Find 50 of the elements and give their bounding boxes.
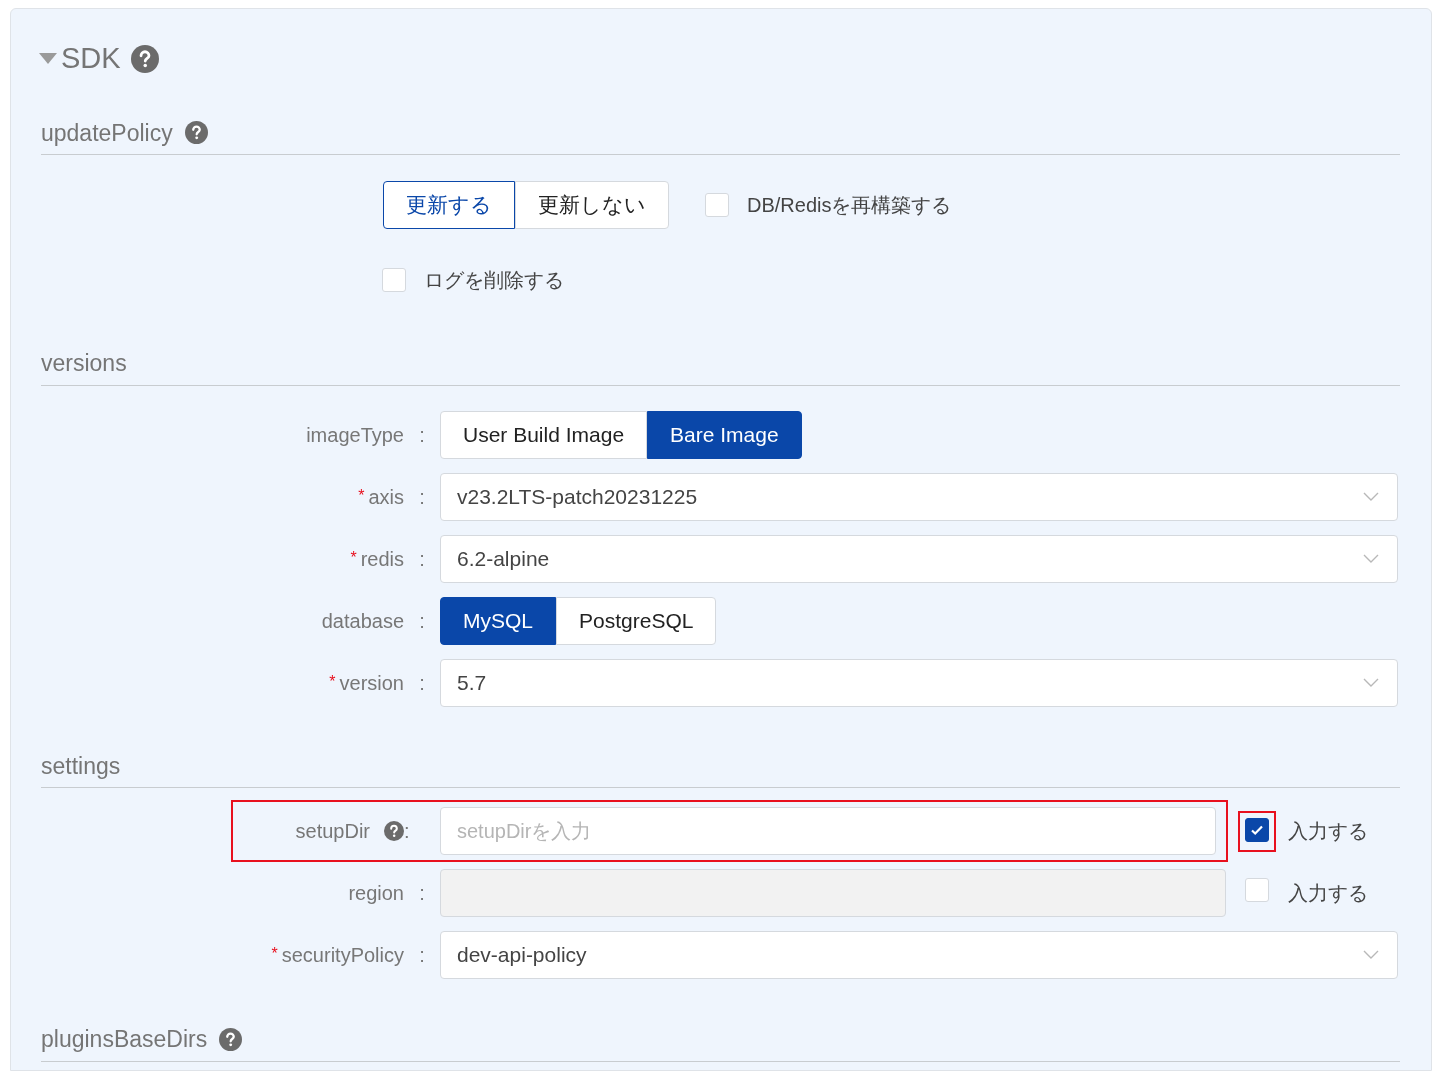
field-label: region: [348, 881, 404, 906]
field-label: version: [339, 670, 404, 696]
colon: :: [419, 422, 425, 448]
collapse-triangle-icon[interactable]: [39, 53, 57, 65]
chevron-down-icon: [1363, 677, 1379, 688]
field-label: axis: [368, 484, 404, 510]
colon: :: [419, 943, 425, 968]
text-field[interactable]: setupDirを入力: [440, 807, 1216, 855]
colon: :: [419, 546, 425, 572]
section-title: pluginsBaseDirs: [41, 1025, 208, 1054]
select-field[interactable]: 6.2-alpine: [440, 534, 1398, 583]
help-icon[interactable]: [184, 121, 208, 145]
section-title: settings: [41, 751, 121, 781]
checkbox-label: 入力する: [1288, 881, 1368, 906]
field-label: setupDir: [295, 819, 370, 844]
chevron-down-icon: [1363, 553, 1379, 564]
select-field[interactable]: 5.7: [440, 658, 1398, 707]
segment-tab[interactable]: User Build Image: [440, 410, 648, 459]
checkbox-label: 入力する: [1288, 819, 1368, 844]
help-icon[interactable]: [219, 1027, 243, 1051]
segment-tab[interactable]: 更新する: [383, 181, 515, 229]
select-field[interactable]: v23.2LTS-patch20231225: [440, 472, 1398, 521]
help-icon[interactable]: [130, 44, 159, 73]
field-label: redis: [360, 546, 404, 572]
section-title: versions: [41, 349, 127, 378]
section-title: updatePolicy: [41, 118, 173, 148]
help-icon[interactable]: [384, 821, 404, 841]
checkbox[interactable]: [1245, 817, 1269, 842]
colon: :: [404, 819, 410, 844]
checkbox-label: DB/Redisを再構築する: [747, 193, 952, 218]
required-asterisk: *: [350, 547, 357, 568]
checkbox-label: ログを削除する: [424, 268, 564, 293]
select-field[interactable]: dev-api-policy: [440, 931, 1398, 979]
chevron-down-icon: [1363, 491, 1379, 502]
required-asterisk: *: [358, 485, 365, 506]
segment-tab[interactable]: 更新しない: [515, 181, 669, 229]
colon: :: [419, 881, 425, 906]
required-asterisk: *: [329, 671, 336, 692]
colon: :: [419, 608, 425, 634]
segment-tab[interactable]: PostgreSQL: [556, 596, 717, 645]
section-heading: SDK: [61, 41, 121, 76]
field-label: imageType: [306, 422, 404, 448]
field-label: securityPolicy: [281, 943, 404, 968]
segment-tab[interactable]: Bare Image: [647, 410, 802, 459]
colon: :: [419, 670, 425, 696]
chevron-down-icon: [1363, 950, 1379, 960]
colon: :: [419, 484, 425, 510]
field-label: database: [321, 608, 404, 634]
segment-tab[interactable]: MySQL: [440, 596, 556, 645]
required-asterisk: *: [271, 944, 278, 964]
